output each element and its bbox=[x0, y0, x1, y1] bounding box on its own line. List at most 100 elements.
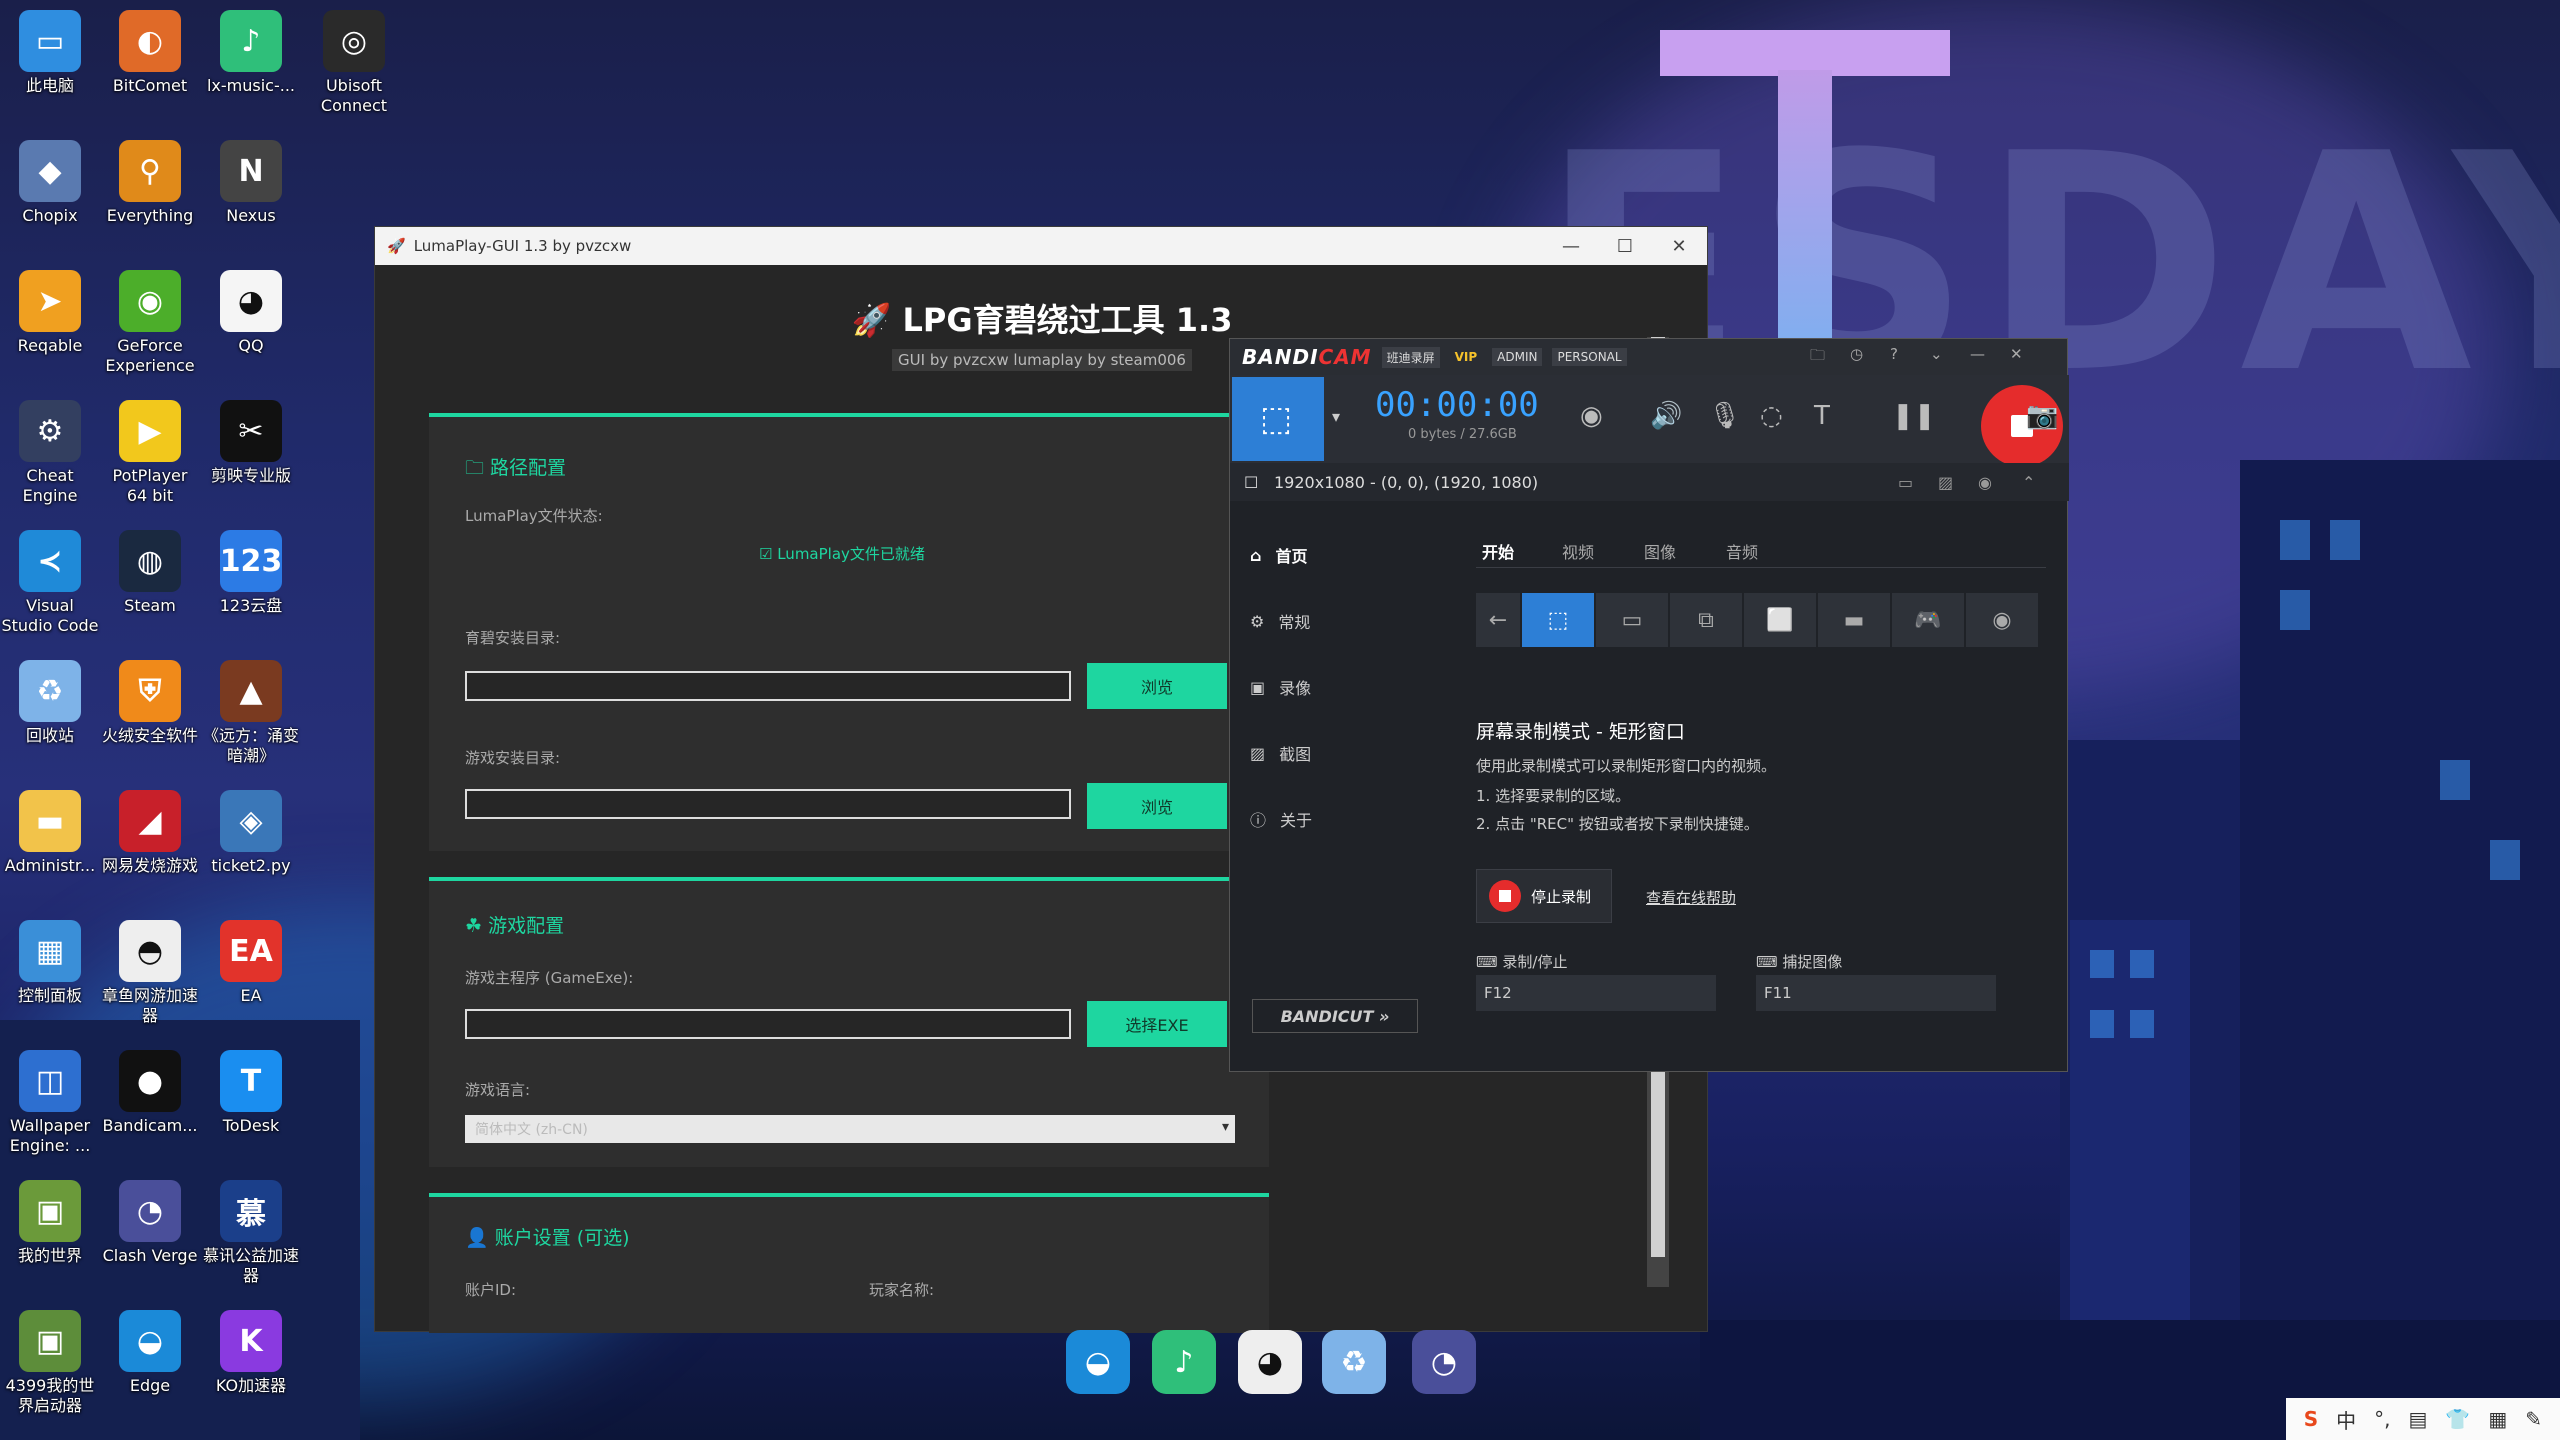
image-icon[interactable]: ▨ bbox=[1938, 473, 1953, 492]
area-checkbox-icon[interactable]: ☐ bbox=[1244, 473, 1258, 492]
clash-dock-icon[interactable]: ◔ bbox=[1412, 1330, 1476, 1394]
folder-icon[interactable]: 🗀 bbox=[1810, 345, 1825, 370]
nav-screenshot[interactable]: ▨ 截图 bbox=[1250, 741, 1311, 765]
desktop-icon-qq[interactable]: ◕ QQ bbox=[201, 270, 301, 356]
desktop-icon-item-28[interactable]: ▣ 我的世界 bbox=[0, 1180, 100, 1266]
desktop-icon-item-12[interactable]: ✂ 剪映专业版 bbox=[201, 400, 301, 486]
desktop-icon-potplayer-64-bit[interactable]: ▶ PotPlayer 64 bit bbox=[100, 400, 200, 506]
maximize-button[interactable]: ☐ bbox=[1595, 227, 1655, 265]
desktop-icon-edge[interactable]: ◒ Edge bbox=[100, 1310, 200, 1396]
desktop-icon-item-16[interactable]: ♻ 回收站 bbox=[0, 660, 100, 746]
nav-about[interactable]: ⓘ 关于 bbox=[1250, 807, 1312, 831]
tab-start[interactable]: 开始 bbox=[1482, 539, 1514, 563]
edge-dock-icon[interactable]: ◒ bbox=[1066, 1330, 1130, 1394]
chevron-up-icon[interactable]: ⌃ bbox=[2022, 473, 2035, 492]
rectangle-mode-icon[interactable]: ⬚ bbox=[1522, 593, 1594, 647]
pause-button[interactable]: ❚❚ bbox=[1892, 401, 1936, 431]
music-dock-icon[interactable]: ♪ bbox=[1152, 1330, 1216, 1394]
audio-mode-icon[interactable]: ◉ bbox=[1966, 593, 2038, 647]
desktop-icon-reqable[interactable]: ➤ Reqable bbox=[0, 270, 100, 356]
close-button[interactable]: ✕ bbox=[1649, 227, 1709, 265]
desktop-icon-item-20[interactable]: ◢ 网易发烧游戏 bbox=[100, 790, 200, 876]
window-lock-mode-icon[interactable]: ⧉ bbox=[1670, 593, 1742, 647]
text-overlay-icon[interactable]: T bbox=[1814, 401, 1830, 431]
desktop-icon-bandicam[interactable]: ● Bandicam... bbox=[100, 1050, 200, 1136]
desktop-icon-steam[interactable]: ◍ Steam bbox=[100, 530, 200, 616]
video-icon[interactable]: ▭ bbox=[1898, 473, 1913, 492]
recycle-dock-icon[interactable]: ♻ bbox=[1322, 1330, 1386, 1394]
ubi-dir-browse-button[interactable]: 浏览 bbox=[1087, 663, 1227, 709]
camera-icon[interactable]: 📷 bbox=[2026, 401, 2058, 431]
stop-recording-button[interactable]: 停止录制 bbox=[1476, 869, 1612, 923]
nav-home[interactable]: ⌂ 首页 bbox=[1250, 543, 1307, 567]
keyboard-icon[interactable]: ▤ bbox=[2409, 1407, 2428, 1431]
grid-icon[interactable]: ▦ bbox=[2488, 1407, 2507, 1431]
game-language-select[interactable]: 简体中文 (zh-CN) ▾ bbox=[465, 1115, 1235, 1143]
ubi-dir-input[interactable] bbox=[465, 671, 1071, 701]
game-dir-input[interactable] bbox=[465, 789, 1071, 819]
minimize-button[interactable]: — bbox=[1541, 227, 1601, 265]
microphone-icon[interactable]: 🎙 bbox=[1708, 401, 1741, 431]
hotkey-record-field[interactable]: F12 bbox=[1476, 975, 1716, 1011]
desktop-icon-ko[interactable]: K KO加速器 bbox=[201, 1310, 301, 1396]
qq-dock-icon[interactable]: ◕ bbox=[1238, 1330, 1302, 1394]
game-exe-input[interactable] bbox=[465, 1009, 1071, 1039]
nav-general[interactable]: ⚙ 常规 bbox=[1250, 609, 1310, 633]
collapse-icon[interactable]: ⌄ bbox=[1930, 345, 1943, 363]
broadcast-icon[interactable]: ◉ bbox=[1978, 473, 1992, 492]
desktop-icon-todesk[interactable]: T ToDesk bbox=[201, 1050, 301, 1136]
speaker-icon[interactable]: 🔊 bbox=[1650, 401, 1682, 431]
back-arrow-icon[interactable]: ← bbox=[1476, 593, 1520, 647]
desktop-icon-clash-verge[interactable]: ◔ Clash Verge bbox=[100, 1180, 200, 1266]
desktop-icon-lx-music[interactable]: ♪ lx-music-... bbox=[201, 10, 301, 96]
desktop-icon-item-18[interactable]: ▲ 《远方：涌变暗潮》 bbox=[201, 660, 301, 766]
nav-video[interactable]: ▣ 录像 bbox=[1250, 675, 1311, 699]
sogou-icon[interactable]: S bbox=[2304, 1407, 2318, 1431]
system-tray: S 中 °, ▤ 👕 ▦ ✎ bbox=[2285, 1398, 2560, 1440]
game-dir-browse-button[interactable]: 浏览 bbox=[1087, 783, 1227, 829]
fullscreen-mode-icon[interactable]: ▭ bbox=[1596, 593, 1668, 647]
desktop-icon-123[interactable]: 123 123云盘 bbox=[201, 530, 301, 616]
game-mode-icon[interactable]: 🎮 bbox=[1892, 593, 1964, 647]
desktop-icon-ticket2-py[interactable]: ◈ ticket2.py bbox=[201, 790, 301, 876]
desktop-icon-everything[interactable]: ⚲ Everything bbox=[100, 140, 200, 226]
desktop-icon-visual-studio-code[interactable]: ≺ Visual Studio Code bbox=[0, 530, 100, 636]
nav-home-label: 首页 bbox=[1275, 547, 1308, 566]
desktop-icon-item-30[interactable]: 慕慕讯公益加速器 bbox=[201, 1180, 301, 1286]
bandicut-button[interactable]: BANDICUT » bbox=[1252, 999, 1418, 1033]
desktop-icon-bitcomet[interactable]: ◐ BitComet bbox=[100, 10, 200, 96]
around-mouse-mode-icon[interactable]: ⬜ bbox=[1744, 593, 1816, 647]
hdmi-mode-icon[interactable]: ▬ bbox=[1818, 593, 1890, 647]
tool-icon[interactable]: ✎ bbox=[2525, 1407, 2542, 1431]
desktop-icon-nexus[interactable]: N Nexus bbox=[201, 140, 301, 226]
online-help-link[interactable]: 查看在线帮助 bbox=[1646, 887, 1736, 908]
help-icon[interactable]: ? bbox=[1890, 345, 1898, 363]
ime-indicator[interactable]: 中 bbox=[2336, 1405, 2356, 1434]
desktop-icon-chopix[interactable]: ◆ Chopix bbox=[0, 140, 100, 226]
desktop-icon-ubisoft-connect[interactable]: ◎ Ubisoft Connect bbox=[304, 10, 404, 116]
select-exe-button[interactable]: 选择EXE bbox=[1087, 1001, 1227, 1047]
desktop-icon-item-23[interactable]: ◓ 章鱼网游加速器 bbox=[100, 920, 200, 1026]
desktop-icon-wallpaper-engine[interactable]: ◫ Wallpaper Engine: ... bbox=[0, 1050, 100, 1156]
minimize-button[interactable]: — bbox=[1970, 345, 1985, 363]
rectangle-mode-button[interactable]: ⬚ ▾ bbox=[1232, 377, 1340, 461]
tab-image[interactable]: 图像 bbox=[1644, 539, 1676, 563]
punctuation-icon[interactable]: °, bbox=[2374, 1407, 2390, 1431]
desktop-icon-geforce-experience[interactable]: ◉ GeForce Experience bbox=[100, 270, 200, 376]
desktop-icon-item-0[interactable]: ▭ 此电脑 bbox=[0, 10, 100, 96]
clock-icon[interactable]: ◷ bbox=[1850, 345, 1863, 363]
mouse-click-icon[interactable]: ◌ bbox=[1760, 401, 1783, 431]
desktop-icon-cheat-engine[interactable]: ⚙ Cheat Engine bbox=[0, 400, 100, 506]
webcam-icon[interactable]: ◉ bbox=[1580, 401, 1603, 431]
tab-video[interactable]: 视频 bbox=[1562, 539, 1594, 563]
desktop-icon-4399[interactable]: ▣ 4399我的世界启动器 bbox=[0, 1310, 100, 1416]
desktop-icon-item-22[interactable]: ▦ 控制面板 bbox=[0, 920, 100, 1006]
desktop-icon-ea[interactable]: EA EA bbox=[201, 920, 301, 1006]
tab-audio[interactable]: 音频 bbox=[1726, 539, 1758, 563]
skin-icon[interactable]: 👕 bbox=[2445, 1407, 2470, 1431]
desktop-icon-administr[interactable]: ▬ Administr... bbox=[0, 790, 100, 876]
chevron-down-icon[interactable]: ▾ bbox=[1332, 407, 1340, 426]
hotkey-capture-field[interactable]: F11 bbox=[1756, 975, 1996, 1011]
desktop-icon-item-17[interactable]: ⛨ 火绒安全软件 bbox=[100, 660, 200, 746]
close-button[interactable]: ✕ bbox=[2010, 345, 2023, 363]
